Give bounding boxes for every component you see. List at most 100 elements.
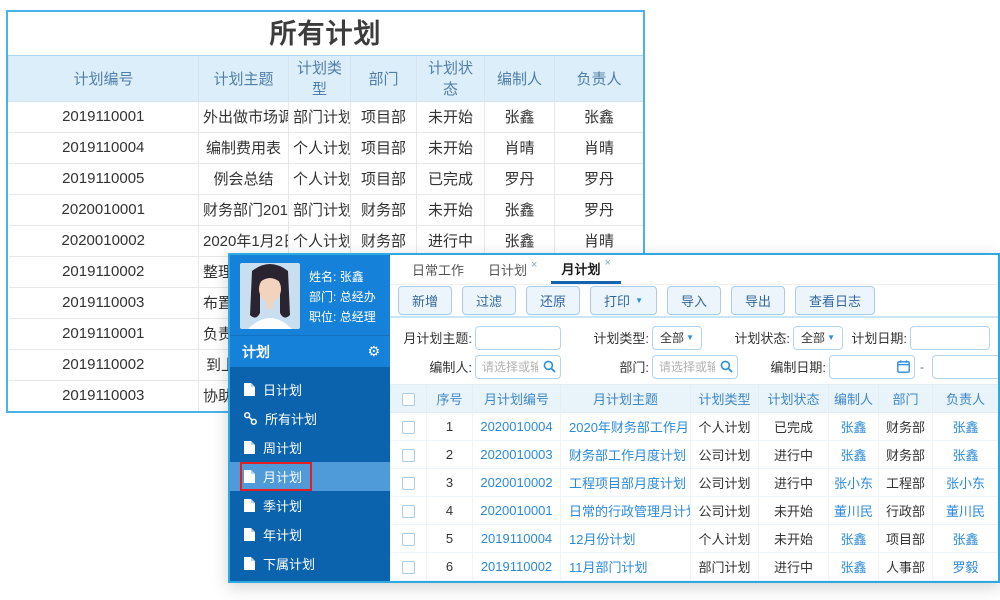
cell-creator: 张鑫 [484,100,555,133]
cell-creator[interactable]: 张鑫 [828,412,879,441]
cell-owner[interactable]: 张鑫 [932,440,998,469]
select-all-header [390,384,427,413]
filter-subject-input[interactable] [475,325,561,350]
cell-status: 进行中 [758,468,829,497]
table-row: 5 2019110004 12月份计划 个人计划 未开始 张鑫 项目部 张鑫 [390,524,998,553]
cell-owner: 罗丹 [554,193,643,226]
cell-status: 未开始 [416,100,485,133]
cell-plan-no[interactable]: 2019110004 [472,524,561,553]
search-icon[interactable] [720,360,733,373]
sidebar-menu-item[interactable]: 月计划 [230,462,390,491]
cell-subject[interactable]: 11月部门计划 [560,552,691,581]
sidebar-menu-item[interactable]: 周计划 [230,433,390,462]
cell-creator[interactable]: 张鑫 [828,524,879,553]
cell-plan-no: 2019110001 [8,100,199,133]
sidebar-menu-item[interactable]: 季计划 [230,491,390,520]
toolbar: 新增 过滤 还原 打印 ▼ 导入 导出 查看日志 [390,285,998,318]
row-checkbox[interactable] [402,505,415,519]
toolbar-button[interactable]: 还原 [526,286,581,315]
cell-creator[interactable]: 张小东 [828,468,879,497]
cell-plan-no[interactable]: 2020010002 [472,468,561,497]
column-header: 计划类型 [288,56,351,102]
cell-type: 部门计划 [690,552,759,581]
filter-plan-date-input[interactable] [910,325,990,350]
table-row: 6 2019110002 11月部门计划 部门计划 进行中 张鑫 人事部 罗毅 [390,552,998,581]
column-header: 计划状态 [758,384,829,413]
cell-plan-no: 2019110003 [8,286,199,319]
cell-owner[interactable]: 张鑫 [932,524,998,553]
monthly-plan-window: 姓名: 张鑫 部门: 总经办 职位: 总经理 计划 ⚙ 日计划 所有计划 周计划… [228,253,1000,583]
cell-plan-no[interactable]: 2019110002 [472,552,561,581]
cell-subject[interactable]: 12月份计划 [560,524,691,553]
cell-creator: 罗丹 [484,162,555,195]
toolbar-button-label: 过滤 [476,294,503,309]
profile-field: 部门: 总经办 [309,288,376,305]
all-plans-header-row: 计划编号 计划主题 计划类型 部门 计划状态 编制人 负责人 [8,56,643,102]
sidebar-section-title: 计划 [242,343,270,360]
sidebar-menu: 日计划 所有计划 周计划 月计划 季计划 年计划 下属计划 [230,367,390,581]
toolbar-button[interactable]: 新增 [398,286,453,315]
cell-index: 4 [426,496,473,525]
sidebar-menu-item[interactable]: 日计划 [230,375,390,404]
dropdown-arrow-icon: ▼ [635,296,643,305]
table-row: 2020010001 财务部门2019年12... 部门计划 财务部 未开始 张… [8,193,643,226]
cell-creator[interactable]: 张鑫 [828,552,879,581]
row-checkbox[interactable] [402,421,415,435]
cell-owner[interactable]: 张鑫 [932,412,998,441]
toolbar-button[interactable]: 打印 ▼ [590,286,657,315]
toolbar-button[interactable]: 查看日志 [795,286,876,315]
toolbar-button[interactable]: 导出 [731,286,786,315]
row-checkbox[interactable] [402,477,415,491]
dropdown-arrow-icon: ▼ [827,333,835,342]
row-checkbox[interactable] [402,561,415,575]
filter-create-date-end-input[interactable] [932,354,998,379]
cell-subject[interactable]: 2020年财务部工作月... [560,412,691,441]
sidebar-menu-item[interactable]: 所有计划 [230,404,390,433]
gear-icon[interactable]: ⚙ [367,343,380,360]
toolbar-button[interactable]: 导入 [666,286,721,315]
column-header: 负责人 [554,56,643,102]
cell-plan-no: 2020010002 [8,224,199,257]
cell-status: 进行中 [758,440,829,469]
filter-type-select[interactable]: 全部 ▼ [652,325,702,350]
cell-dept: 财务部 [878,440,933,469]
cell-creator: 张鑫 [484,193,555,226]
monthly-plan-header-row: 序号 月计划编号 月计划主题 计划类型 计划状态 编制人 部门 负责人 [390,384,998,413]
cell-subject[interactable]: 日常的行政管理月计划 [560,496,691,525]
filter-type-value: 全部 [660,331,685,345]
tab-label: 日计划 [488,263,528,278]
column-header: 序号 [426,384,473,413]
row-checkbox[interactable] [402,533,415,547]
filter-status-select[interactable]: 全部 ▼ [793,325,843,350]
cell-owner[interactable]: 罗毅 [932,552,998,581]
tab[interactable]: 日计划 × [478,255,547,284]
toolbar-button[interactable]: 过滤 [462,286,517,315]
select-all-checkbox[interactable] [402,393,415,407]
sidebar-menu-item-label: 周计划 [263,441,303,456]
all-plans-title: 所有计划 [8,12,643,56]
cell-plan-no[interactable]: 2020010003 [472,440,561,469]
sidebar-menu-item[interactable]: 年计划 [230,520,390,549]
tab-close-icon[interactable]: × [604,257,610,269]
calendar-icon[interactable] [897,359,910,373]
cell-status: 进行中 [758,552,829,581]
tab[interactable]: 月计划 × [551,255,621,284]
tab[interactable]: 日常工作 [402,255,474,284]
tab-close-icon[interactable]: × [531,259,537,271]
cell-plan-no[interactable]: 2020010001 [472,496,561,525]
sidebar-menu-item[interactable]: 下属计划 [230,549,390,578]
cell-dept: 项目部 [350,162,417,195]
table-row: 2019110004 编制费用表 个人计划 项目部 未开始 肖晴 肖晴 [8,131,643,164]
search-icon[interactable] [543,360,556,373]
row-checkbox[interactable] [402,449,415,463]
cell-owner[interactable]: 张小东 [932,468,998,497]
cell-subject[interactable]: 财务部工作月度计划 [560,440,691,469]
table-row: 2019110001 外出做市场调查 部门计划 项目部 未开始 张鑫 张鑫 [8,100,643,133]
cell-creator[interactable]: 董川民 [828,496,879,525]
cell-owner[interactable]: 董川民 [932,496,998,525]
cell-subject[interactable]: 工程项目部月度计划 [560,468,691,497]
cell-plan-no[interactable]: 2020010004 [472,412,561,441]
cell-dept: 财务部 [878,412,933,441]
cell-creator[interactable]: 张鑫 [828,440,879,469]
filter-creator-label: 编制人: [429,360,472,375]
